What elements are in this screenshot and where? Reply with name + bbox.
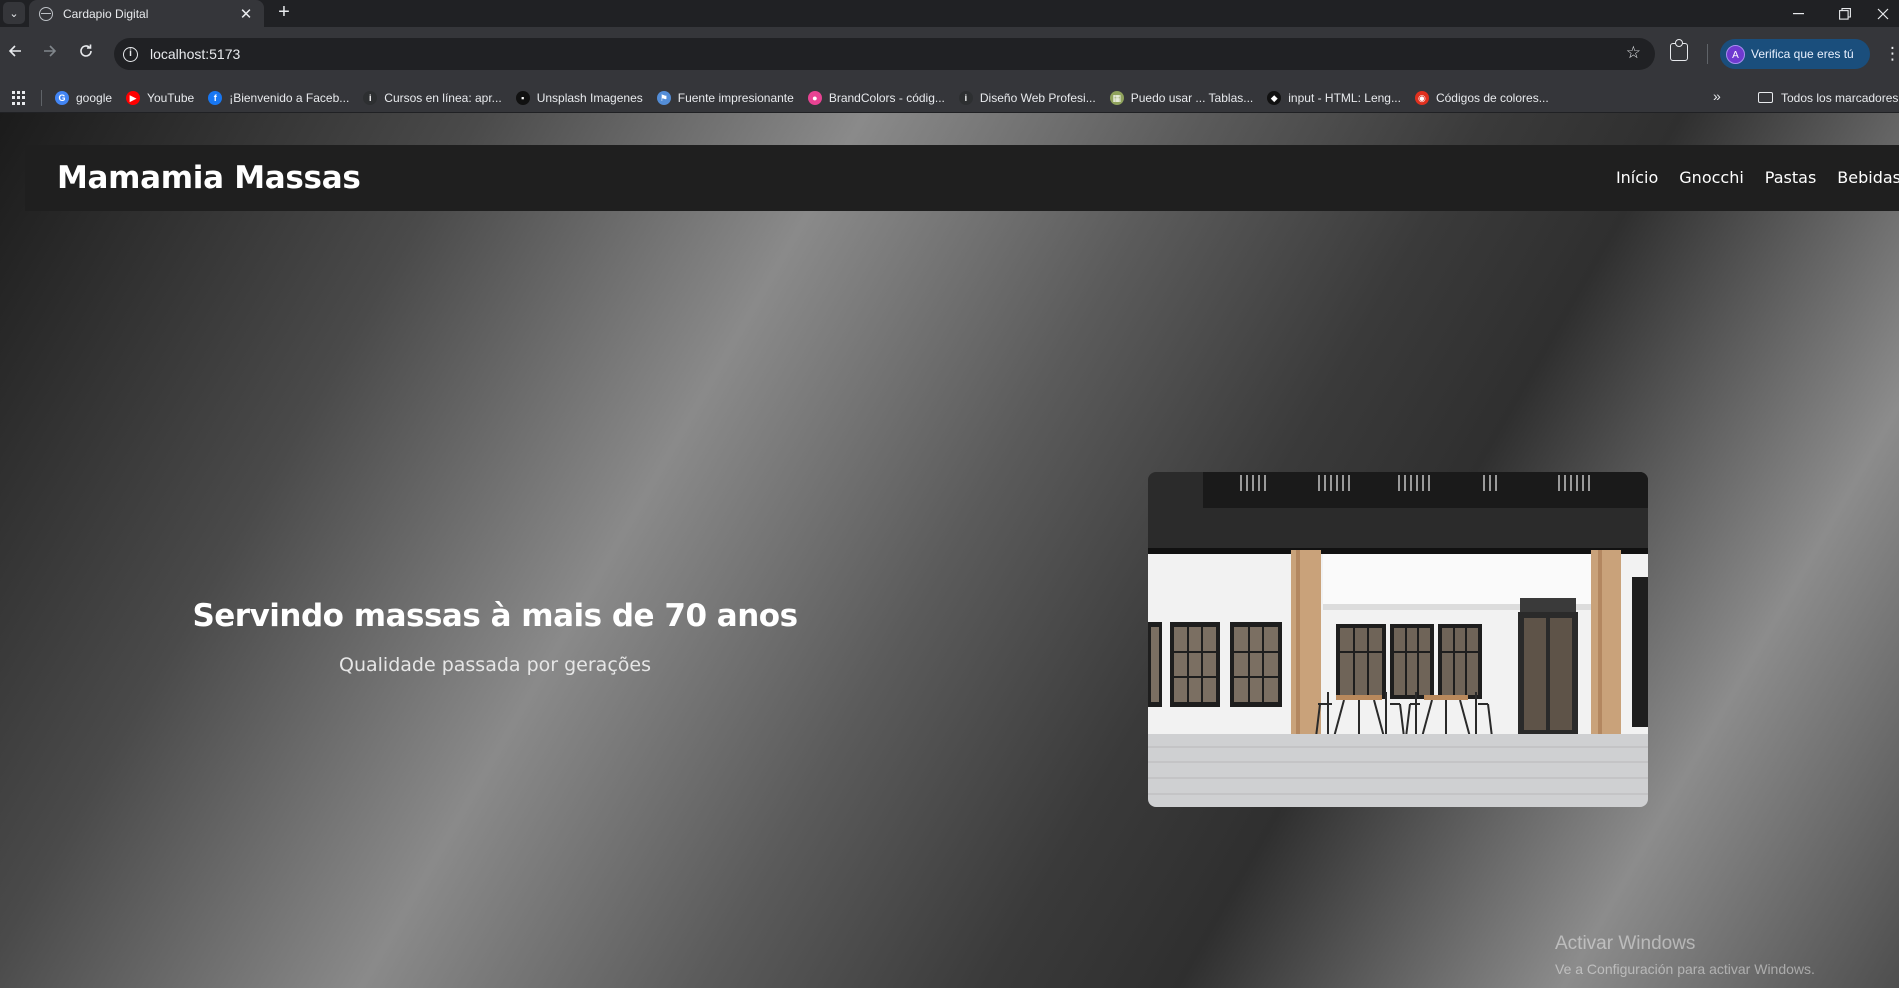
restore-icon [1839,7,1851,20]
udemy-icon: i [363,90,378,105]
site-logo[interactable]: Mamamia Massas [57,160,361,196]
unsplash-icon: ▪ [515,90,530,105]
watermark-title: Activar Windows [1555,933,1696,954]
tab-strip: ⌄ Cardapio Digital ✕ + [0,0,1899,27]
bookmark-label: Cursos en línea: apr... [384,90,502,105]
bookmark-item[interactable]: ● BrandColors - códig... [807,90,945,105]
bookmark-label: BrandColors - códig... [828,90,945,105]
reload-icon [80,44,92,57]
bookmark-label: google [76,90,113,105]
hero-subtitle: Qualidade passada por gerações [339,654,651,676]
site-nav: Início Gnocchi Pastas Bebidas [1595,168,1899,187]
bookmark-label: Códigos de colores... [1435,90,1549,105]
bookmark-label: ¡Bienvenido a Faceb... [229,90,350,105]
bookmark-label: Diseño Web Profesi... [979,90,1096,105]
browser-tab[interactable]: Cardapio Digital ✕ [29,0,264,27]
caniuse-icon: ▦ [1109,90,1124,105]
bookmarks-divider [41,90,42,106]
bookmark-list: Ggoogle ▶ YouTube f ¡Bienvenido a Faceb... i C… [55,82,1563,113]
nav-link-inicio[interactable]: Início [1616,168,1658,187]
apps-grid-icon[interactable] [12,91,26,105]
restaurant-storefront-image [1148,472,1648,807]
browser-menu-icon[interactable]: ⋮ [1884,42,1899,66]
close-icon [1877,8,1888,19]
google-icon: G [55,90,69,105]
udemy-icon: i [958,90,973,105]
bookmark-label: Fuente impresionante [677,90,794,105]
nav-link-bebidas[interactable]: Bebidas [1837,168,1899,187]
bookmark-item[interactable]: Ggoogle [55,90,113,105]
arrow-left-icon [8,45,21,57]
minimize-button[interactable] [1775,0,1821,27]
all-bookmarks-button[interactable]: Todos los marcadores [1758,82,1898,113]
bookmark-item[interactable]: ▶ YouTube [126,90,195,105]
extensions-icon[interactable] [1670,39,1688,61]
all-bookmarks-label: Todos los marcadores [1781,90,1899,105]
toolbar-divider [1707,44,1708,64]
browser-toolbar: i localhost:5173 ☆ A Verifica que eres t… [0,27,1899,82]
facebook-icon: f [208,90,223,105]
tab-title: Cardapio Digital [63,6,149,21]
profile-button[interactable]: A Verifica que eres tú [1720,39,1870,69]
nav-link-gnocchi[interactable]: Gnocchi [1679,168,1744,187]
hero-title: Servindo massas à mais de 70 anos [192,598,798,634]
bookmark-item[interactable]: ⚑ Fuente impresionante [656,90,794,105]
bookmark-label: Puedo usar ... Tablas... [1130,90,1254,105]
globe-icon [39,6,53,21]
bookmark-item[interactable]: ◆ input - HTML: Leng... [1267,90,1401,105]
page-viewport: Mamamia Massas Início Gnocchi Pastas Beb… [0,113,1899,988]
bookmark-item[interactable]: ▪ Unsplash Imagenes [515,90,643,105]
close-window-button[interactable] [1866,0,1899,27]
more-bookmarks-icon[interactable]: » [1713,88,1721,104]
forward-button[interactable] [38,42,62,66]
url-text[interactable]: localhost:5173 [150,46,240,62]
youtube-icon: ▶ [126,90,141,105]
brandcolors-icon: ● [807,90,822,105]
back-button[interactable] [3,42,27,66]
restore-button[interactable] [1822,0,1868,27]
bookmark-item[interactable]: i Cursos en línea: apr... [363,90,502,105]
reload-button[interactable] [74,42,98,66]
avatar: A [1726,44,1745,64]
bookmark-label: input - HTML: Leng... [1288,90,1401,105]
bookmarks-bar: Ggoogle ▶ YouTube f ¡Bienvenido a Faceb... i C… [0,82,1899,113]
windows-activation-watermark: Activar Windows Ve a Configuración para … [1555,933,1815,977]
bookmark-item[interactable]: i Diseño Web Profesi... [958,90,1096,105]
bookmark-item[interactable]: ▦ Puedo usar ... Tablas... [1109,90,1254,105]
color-codes-icon: ◉ [1414,90,1429,105]
bookmark-item[interactable]: ◉ Códigos de colores... [1414,90,1549,105]
minimize-icon [1792,12,1804,14]
site-info-icon[interactable]: i [123,46,138,62]
bookmark-item[interactable]: f ¡Bienvenido a Faceb... [208,90,350,105]
hero-text: Servindo massas à mais de 70 anos Qualid… [180,598,810,676]
bookmark-star-icon[interactable]: ☆ [1626,43,1641,63]
tab-close-icon[interactable]: ✕ [238,5,254,23]
tab-search-icon[interactable]: ⌄ [3,2,25,24]
address-bar[interactable]: i localhost:5173 ☆ [114,38,1655,70]
folder-icon [1758,92,1773,103]
bookmark-label: YouTube [147,90,195,105]
fontawesome-icon: ⚑ [656,90,671,105]
bookmark-label: Unsplash Imagenes [536,90,643,105]
nav-link-pastas[interactable]: Pastas [1765,168,1816,187]
arrow-right-icon [44,45,57,57]
new-tab-button[interactable]: + [272,1,296,25]
profile-label: Verifica que eres tú [1751,47,1854,61]
watermark-subtitle: Ve a Configuración para activar Windows. [1555,961,1815,977]
site-header: Mamamia Massas Início Gnocchi Pastas Beb… [25,145,1899,211]
mdn-icon: ◆ [1267,90,1282,105]
